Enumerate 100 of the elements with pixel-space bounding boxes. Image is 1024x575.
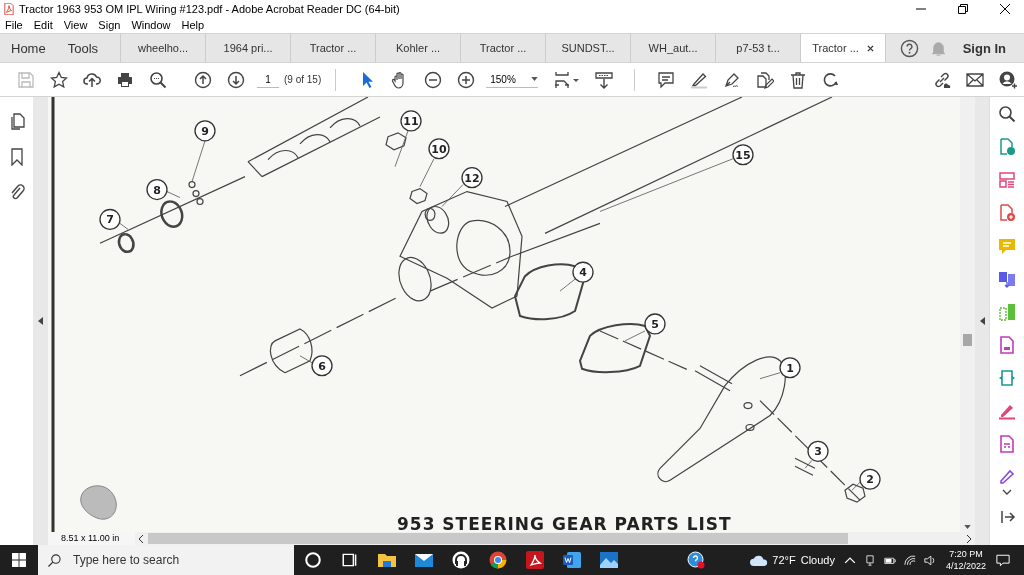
callout-label: 9: [194, 120, 216, 142]
document-tab[interactable]: SUNDST...: [546, 34, 632, 62]
headphones-icon[interactable]: [451, 551, 471, 569]
document-tab[interactable]: Tractor ...: [291, 34, 377, 62]
weather-temperature[interactable]: 72°F: [772, 554, 796, 566]
sign-in-button[interactable]: Sign In: [952, 34, 1024, 62]
nav-tab[interactable]: Tools: [56, 34, 122, 62]
clock[interactable]: 7:20 PM 4/12/2022: [945, 548, 986, 572]
page-heading: 953 STEERING GEAR PARTS LIST: [397, 514, 732, 532]
document-tab[interactable]: Kohler ...: [376, 34, 462, 62]
document-tab[interactable]: Tractor ...: [461, 34, 547, 62]
next-page-icon[interactable]: [226, 70, 245, 89]
collapse-arrow-icon[interactable]: [998, 508, 1016, 526]
callout-label: 6: [311, 355, 333, 377]
taskbar-search-box[interactable]: Type here to search: [38, 545, 294, 575]
print-icon[interactable]: [115, 70, 134, 89]
paperclip-icon[interactable]: [8, 183, 25, 201]
callout-label: 8: [146, 178, 168, 201]
chevron-down-icon[interactable]: [1002, 489, 1012, 495]
speaker-icon[interactable]: [923, 554, 936, 566]
star-icon[interactable]: [49, 70, 68, 89]
pages-icon[interactable]: [8, 113, 25, 131]
page-size-label: 8.51 x 11.00 in: [48, 532, 136, 545]
menu-item[interactable]: Edit: [33, 19, 53, 31]
folder-icon[interactable]: [377, 551, 397, 569]
menu-item[interactable]: View: [63, 19, 88, 31]
taskbar-search-field[interactable]: Type here to search: [71, 552, 275, 568]
acrobat-icon[interactable]: [525, 551, 545, 569]
search-icon[interactable]: [148, 70, 167, 89]
chrome-icon[interactable]: [488, 551, 508, 569]
previous-page-icon[interactable]: [193, 70, 212, 89]
callout-label: 2: [859, 468, 881, 490]
window-title: Tractor 1963 953 OM IPL Wiring #123.pdf - Adobe Acrobat Reader DC (64-bit): [19, 2, 400, 15]
document-tab[interactable]: wheelho...: [121, 34, 207, 62]
collapse-panel-icon[interactable]: [979, 317, 985, 325]
wifi-icon[interactable]: [903, 554, 916, 566]
scroll-mode-icon[interactable]: [594, 70, 613, 89]
cloud-upload-icon[interactable]: [82, 70, 101, 89]
restore-icon[interactable]: [958, 3, 968, 14]
edit-document-icon[interactable]: [755, 70, 774, 89]
close-icon[interactable]: [866, 44, 874, 52]
meet-icon[interactable]: [863, 554, 876, 566]
trash-icon[interactable]: [788, 70, 807, 89]
page-count: (9 of 15): [284, 74, 322, 85]
windows-start-icon[interactable]: [12, 553, 26, 567]
document-icon[interactable]: [998, 336, 1016, 354]
fill-sign-icon[interactable]: [998, 402, 1016, 420]
mail-icon[interactable]: [965, 70, 984, 89]
cloud-icon: [750, 554, 769, 566]
layout-icon[interactable]: [998, 171, 1016, 189]
zoom-dropdown[interactable]: 150%: [486, 71, 539, 88]
menu-item[interactable]: Sign: [98, 19, 121, 31]
pen-icon[interactable]: [998, 468, 1016, 486]
weather-condition[interactable]: Cloudy: [800, 554, 835, 566]
zoom-in-icon[interactable]: [456, 70, 475, 89]
photos-icon[interactable]: [599, 551, 619, 569]
menu-item[interactable]: Window: [131, 19, 171, 31]
callout-label: 11: [400, 110, 422, 132]
compress-pdf-icon[interactable]: [998, 369, 1016, 387]
rotate-icon[interactable]: [821, 70, 840, 89]
word-icon[interactable]: [562, 551, 582, 569]
menu-item[interactable]: File: [5, 19, 23, 31]
callout-label: 5: [644, 313, 666, 335]
add-user-icon[interactable]: [998, 70, 1017, 89]
close-icon[interactable]: [1000, 3, 1010, 14]
fit-page-icon[interactable]: [553, 70, 580, 89]
document-tab[interactable]: 1964 pri...: [206, 34, 292, 62]
page-number-field[interactable]: 1: [257, 71, 279, 88]
callout-label: 15: [732, 144, 754, 166]
notification-icon[interactable]: [996, 553, 1010, 567]
menu-item[interactable]: Help: [181, 19, 205, 31]
combine-files-icon[interactable]: [998, 270, 1016, 288]
expand-panel-icon[interactable]: [38, 317, 43, 325]
form-icon[interactable]: [998, 435, 1016, 453]
callout-label: 1: [779, 357, 801, 379]
document-tab[interactable]: Tractor ...: [801, 34, 887, 62]
document-tab[interactable]: WH_aut...: [631, 34, 717, 62]
zoom-out-icon[interactable]: [423, 70, 442, 89]
scroll-right-icon[interactable]: [966, 534, 971, 543]
stain-mark: [80, 485, 117, 520]
cortana-icon[interactable]: [303, 551, 323, 569]
export-pdf-icon[interactable]: [998, 138, 1016, 156]
vertical-scrollbar[interactable]: [960, 97, 975, 532]
search-icon[interactable]: [48, 553, 61, 567]
callout-label: 10: [428, 138, 450, 160]
caret-icon[interactable]: [531, 77, 539, 81]
help-icon[interactable]: [686, 551, 706, 569]
zoom-search-icon[interactable]: [998, 105, 1016, 123]
nav-tab[interactable]: Home: [0, 34, 57, 62]
create-pdf-icon[interactable]: [998, 204, 1016, 222]
scroll-left-icon[interactable]: [139, 534, 145, 543]
link-cloud-icon[interactable]: [932, 70, 951, 89]
help-icon[interactable]: [899, 38, 919, 58]
scroll-thumb[interactable]: [963, 334, 972, 346]
callout-label: 4: [572, 261, 594, 283]
scroll-thumb[interactable]: [148, 533, 849, 544]
comment-icon[interactable]: [656, 70, 675, 89]
bookmark-icon[interactable]: [8, 148, 25, 166]
mail-icon[interactable]: [414, 551, 434, 569]
caret-icon[interactable]: [964, 525, 971, 529]
